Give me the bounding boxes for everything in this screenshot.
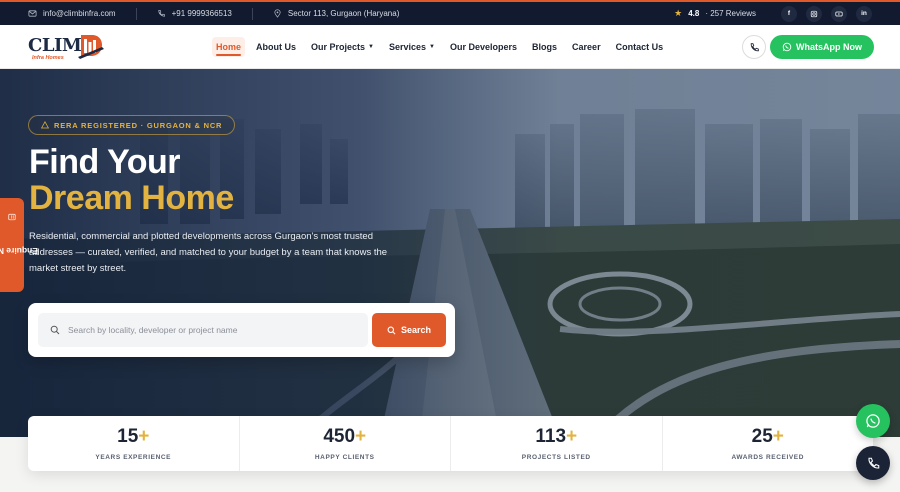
stat-value: 15: [117, 426, 139, 447]
divider: [135, 7, 137, 20]
search-input[interactable]: [68, 325, 348, 335]
nav-item-projects[interactable]: Our Projects ▼: [307, 37, 378, 57]
email-text: info@climbinfra.com: [43, 9, 116, 18]
floating-whatsapp-button[interactable]: [856, 404, 890, 438]
logo-wordmark: CLIM: [28, 34, 82, 56]
search-icon: [50, 325, 60, 335]
stat-number: 113+: [535, 426, 577, 448]
topbar-right: ★ 4.8 · 257 Reviews f in: [674, 5, 872, 22]
facebook-icon[interactable]: f: [781, 5, 797, 22]
stats-bar: 15+ YEARS EXPERIENCE 450+ HAPPY CLIENTS …: [28, 416, 873, 471]
hero-title-line2: Dream Home: [29, 179, 234, 217]
main-navbar: CLIM Infra Homes Home About Us Our Proje…: [0, 25, 900, 69]
chevron-down-icon: ▼: [429, 43, 435, 50]
email-contact[interactable]: info@climbinfra.com: [28, 9, 116, 18]
brand-logo[interactable]: CLIM Infra Homes: [28, 31, 108, 63]
badge-text: RERA REGISTERED · GURGAON & NCR: [54, 120, 223, 130]
stat-value: 25: [751, 426, 773, 447]
nav-label: Our Developers: [450, 41, 518, 52]
enquire-label-wrap: Enquire Now: [0, 213, 38, 277]
stat-number: 450+: [323, 426, 366, 448]
chevron-down-icon: ▼: [368, 43, 374, 50]
stat-projects: 113+ PROJECTS LISTED: [451, 416, 663, 471]
logo-tagline: Infra Homes: [32, 54, 64, 61]
location-pin-icon: [274, 9, 281, 18]
instagram-icon[interactable]: [806, 5, 822, 22]
hero-title-line1: Find Your: [29, 143, 181, 181]
nav-label: Career: [572, 41, 601, 52]
nav-label: About Us: [256, 41, 297, 52]
nav-item-blogs[interactable]: Blogs: [528, 37, 561, 57]
whatsapp-icon: [866, 414, 880, 428]
stat-number: 15+: [117, 426, 149, 448]
enquire-label: Enquire Now: [0, 246, 38, 256]
stat-suffix: +: [355, 426, 367, 447]
rera-badge: RERA REGISTERED · GURGAON & NCR: [28, 115, 236, 135]
logo-building-icon: [78, 34, 104, 59]
stat-years: 15+ YEARS EXPERIENCE: [28, 416, 240, 471]
linkedin-icon[interactable]: in: [856, 5, 872, 22]
floating-call-button[interactable]: [856, 446, 890, 480]
stat-label: HAPPY CLIENTS: [314, 454, 375, 461]
nav-label: Contact Us: [615, 41, 664, 52]
stat-label: YEARS EXPERIENCE: [95, 454, 172, 461]
phone-contact[interactable]: +91 9999366513: [157, 9, 232, 18]
divider: [251, 7, 253, 20]
star-icon: ★: [674, 8, 683, 18]
stat-value: 113: [535, 426, 567, 447]
nav-item-home[interactable]: Home: [212, 36, 246, 57]
search-field: [38, 313, 368, 347]
phone-icon: [750, 42, 759, 51]
nav-item-services[interactable]: Services ▼: [385, 37, 439, 57]
whatsapp-icon: [782, 42, 792, 52]
nav-label: Services: [389, 41, 427, 52]
nav-menu: Home About Us Our Projects ▼ Services ▼ Ou…: [212, 36, 674, 57]
nav-label: Home: [216, 41, 242, 52]
stat-label: AWARDS RECEIVED: [731, 454, 805, 461]
search-panel: Search: [28, 303, 455, 357]
nav-item-career[interactable]: Career: [568, 37, 605, 57]
address-contact: Sector 113, Gurgaon (Haryana): [273, 9, 399, 18]
stat-number: 25+: [752, 426, 784, 448]
phone-icon: [158, 9, 165, 17]
rating-value: 4.8: [688, 9, 700, 18]
form-icon: [8, 213, 16, 221]
nav-item-contact[interactable]: Contact Us: [612, 37, 668, 57]
stat-value: 450: [323, 426, 356, 447]
call-button[interactable]: [742, 35, 766, 59]
enquire-now-tab[interactable]: Enquire Now: [0, 198, 38, 292]
phone-text: +91 9999366513: [171, 9, 232, 18]
nav-item-developers[interactable]: Our Developers: [446, 37, 521, 57]
rating: 4.8: [688, 9, 699, 18]
nav-item-about[interactable]: About Us: [252, 37, 300, 57]
nav-label: Our Projects: [311, 41, 366, 52]
stat-suffix: +: [772, 426, 784, 447]
stat-suffix: +: [138, 426, 150, 447]
search-button[interactable]: Search: [372, 313, 446, 347]
stat-clients: 450+ HAPPY CLIENTS: [240, 416, 451, 471]
stat-awards: 25+ AWARDS RECEIVED: [663, 416, 874, 471]
hero-description: Residential, commercial and plotted deve…: [29, 231, 388, 274]
stat-suffix: +: [566, 426, 578, 447]
whatsapp-button[interactable]: WhatsApp Now: [770, 35, 874, 59]
stat-label: PROJECTS LISTED: [521, 454, 591, 461]
phone-icon: [867, 457, 879, 469]
search-icon: [387, 326, 396, 334]
top-info-bar: info@climbinfra.com +91 9999366513 Secto…: [0, 0, 900, 25]
nav-label: Blogs: [532, 41, 558, 52]
address-text: Sector 113, Gurgaon (Haryana): [287, 9, 400, 18]
mail-icon: [28, 10, 37, 17]
youtube-icon[interactable]: [831, 5, 847, 22]
reviews-count: · 257 Reviews: [705, 9, 756, 18]
warning-triangle-icon: [41, 121, 49, 129]
hero-section: RERA REGISTERED · GURGAON & NCR Find You…: [0, 69, 900, 437]
whatsapp-label: WhatsApp Now: [796, 42, 862, 52]
search-button-label: Search: [400, 325, 432, 335]
